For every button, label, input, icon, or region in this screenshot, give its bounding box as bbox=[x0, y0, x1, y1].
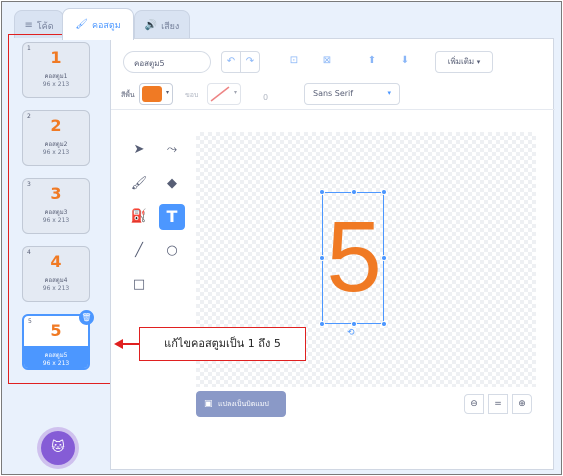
group-icon: ⊡ bbox=[289, 55, 299, 66]
fill-color-picker[interactable]: ▾ bbox=[139, 83, 173, 105]
zoom-reset-button[interactable]: = bbox=[488, 394, 508, 414]
line-icon: ╱ bbox=[135, 243, 143, 258]
costume-name-input[interactable]: คอสตูม5 bbox=[123, 51, 211, 73]
chevron-down-icon: ▾ bbox=[233, 89, 237, 96]
eraser-icon: ◆ bbox=[167, 176, 177, 191]
forward-button[interactable]: ⬆ bbox=[361, 51, 383, 73]
zoom-in-icon: ⊕ bbox=[518, 399, 526, 409]
tab-bar: ≡ โค้ด 🖌 คอสตูม 🔊 เสียง bbox=[2, 2, 561, 40]
resize-handle[interactable] bbox=[351, 321, 357, 327]
tab-sounds-label: เสียง bbox=[161, 21, 180, 32]
cursor-icon: ➤ bbox=[133, 142, 145, 157]
eraser-tool[interactable]: ◆ bbox=[159, 171, 185, 197]
image-icon: ▣ bbox=[204, 399, 213, 409]
text-tool[interactable]: T bbox=[159, 204, 185, 230]
group-button[interactable]: ⊡ bbox=[283, 51, 305, 73]
tab-costumes[interactable]: 🖌 คอสตูม bbox=[62, 8, 134, 40]
select-tool[interactable]: ➤ bbox=[126, 137, 152, 163]
circle-icon: ○ bbox=[166, 243, 178, 258]
annotation-arrow-line bbox=[122, 343, 139, 345]
font-label: Sans Serif bbox=[313, 89, 354, 98]
fill-tool[interactable]: ⛽ bbox=[126, 204, 152, 230]
font-select[interactable]: Sans Serif ▾ bbox=[304, 83, 400, 105]
paint-bucket-icon: ⛽ bbox=[130, 209, 148, 224]
convert-label: แปลงเป็นบิตแมป bbox=[218, 400, 269, 408]
resize-handle[interactable] bbox=[381, 255, 387, 261]
resize-handle[interactable] bbox=[381, 189, 387, 195]
speaker-icon: 🔊 bbox=[144, 20, 158, 31]
chevron-down-icon: ▾ bbox=[165, 89, 169, 96]
chevron-down-icon: ▾ bbox=[476, 58, 481, 66]
resize-handle[interactable] bbox=[319, 321, 325, 327]
canvas-text: 5 bbox=[326, 201, 382, 313]
zoom-reset-label: = bbox=[494, 399, 502, 409]
brush-icon: 🖌 bbox=[75, 19, 88, 30]
toolbar-divider bbox=[111, 109, 555, 110]
circle-tool[interactable]: ○ bbox=[159, 238, 185, 264]
reshape-tool[interactable]: ⤳ bbox=[159, 137, 185, 163]
undo-icon: ↶ bbox=[226, 56, 236, 67]
editor-window: ≡ โค้ด 🖌 คอสตูม 🔊 เสียง 1 1 คอสตูม1 96 x… bbox=[1, 1, 562, 475]
ungroup-icon: ⊠ bbox=[322, 55, 332, 66]
arrow-up-icon: ⬆ bbox=[367, 55, 377, 66]
ungroup-button[interactable]: ⊠ bbox=[316, 51, 338, 73]
choose-costume-button[interactable]: 🐱 bbox=[41, 431, 75, 465]
cat-icon: 🐱 bbox=[51, 440, 65, 455]
tab-code-label: โค้ด bbox=[36, 21, 54, 32]
fill-color-swatch bbox=[142, 86, 162, 102]
tab-costumes-label: คอสตูม bbox=[92, 20, 121, 31]
reshape-icon: ⤳ bbox=[166, 142, 178, 157]
fill-label: สีพื้น bbox=[121, 91, 135, 99]
redo-button[interactable]: ↷ bbox=[240, 51, 260, 73]
more-label: เพิ่มเติม bbox=[447, 57, 475, 66]
square-icon: □ bbox=[132, 277, 146, 292]
paint-editor: คอสตูม5 ↶ ↷ ⊡ ⊠ ⬆ ⬇ เพิ่มเติม ▾ สีพื้น ▾… bbox=[110, 38, 555, 470]
resize-handle[interactable] bbox=[319, 189, 325, 195]
zoom-in-button[interactable]: ⊕ bbox=[512, 394, 532, 414]
text-icon: T bbox=[166, 207, 178, 226]
zoom-out-icon: ⊖ bbox=[470, 399, 478, 409]
chevron-down-icon: ▾ bbox=[387, 89, 391, 97]
annotation-callout: แก้ไขคอสตูมเป็น 1 ถึง 5 bbox=[139, 327, 306, 361]
rectangle-tool[interactable]: □ bbox=[126, 272, 152, 298]
outline-width-input[interactable]: 0 bbox=[263, 93, 268, 102]
outline-label: ขอบ bbox=[185, 91, 199, 99]
zoom-out-button[interactable]: ⊖ bbox=[464, 394, 484, 414]
more-button[interactable]: เพิ่มเติม ▾ bbox=[435, 51, 493, 73]
line-tool[interactable]: ╱ bbox=[126, 238, 152, 264]
arrow-down-icon: ⬇ bbox=[400, 55, 410, 66]
backward-button[interactable]: ⬇ bbox=[394, 51, 416, 73]
resize-handle[interactable] bbox=[351, 189, 357, 195]
tab-sounds[interactable]: 🔊 เสียง bbox=[134, 10, 190, 40]
annotation-highlight-box bbox=[8, 34, 114, 384]
resize-handle[interactable] bbox=[381, 321, 387, 327]
no-color-icon bbox=[210, 86, 230, 102]
outline-color-picker[interactable]: ▾ bbox=[207, 83, 241, 105]
rotate-handle-icon[interactable]: ⟲ bbox=[347, 328, 355, 338]
undo-button[interactable]: ↶ bbox=[221, 51, 241, 73]
selected-text-box[interactable]: 5 bbox=[319, 189, 387, 327]
redo-icon: ↷ bbox=[245, 56, 255, 67]
brush-icon: 🖌 bbox=[130, 176, 148, 191]
convert-to-bitmap-button[interactable]: ▣ แปลงเป็นบิตแมป bbox=[196, 391, 286, 417]
resize-handle[interactable] bbox=[319, 255, 325, 261]
brush-tool[interactable]: 🖌 bbox=[126, 171, 152, 197]
code-icon: ≡ bbox=[24, 20, 33, 31]
